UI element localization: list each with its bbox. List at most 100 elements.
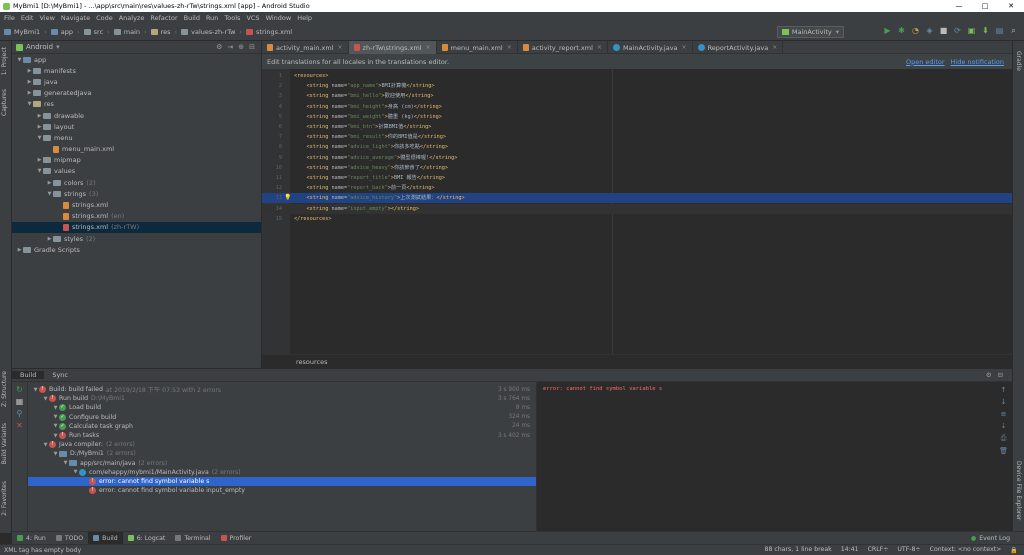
breadcrumb-item[interactable]: MyBmi1 ›: [4, 28, 47, 36]
editor-tab[interactable]: activity_main.xml ×: [262, 41, 349, 54]
collapse-all-icon[interactable]: ⇥: [227, 43, 233, 51]
close-tab-icon[interactable]: ×: [507, 44, 512, 51]
project-tree-item[interactable]: ▶ mipmap: [12, 155, 261, 166]
project-tree-item[interactable]: ▼ app: [12, 54, 261, 65]
file-encoding[interactable]: UTF-8÷: [897, 546, 920, 554]
up-icon[interactable]: ↑: [999, 386, 1008, 394]
menu-tools[interactable]: Tools: [224, 14, 240, 22]
menu-file[interactable]: File: [4, 14, 15, 22]
pin-icon[interactable]: ⚲: [12, 409, 27, 418]
close-tab-icon[interactable]: ×: [426, 44, 431, 51]
collapsed-arrow-icon[interactable]: ▶: [46, 236, 53, 242]
context-selector[interactable]: Context: <no context>: [930, 546, 1002, 554]
editor-tab[interactable]: ReportActivity.java ×: [693, 41, 784, 54]
favorites-tool-tab[interactable]: 2: Favorites: [1, 481, 8, 516]
build-tree-item[interactable]: ▼! Java compiler: (2 errors): [28, 440, 536, 449]
editor-tab[interactable]: activity_report.xml ×: [518, 41, 608, 54]
collapsed-arrow-icon[interactable]: ▶: [36, 113, 43, 119]
project-tree-item[interactable]: strings.xml (zh-rTW): [12, 221, 261, 233]
collapsed-arrow-icon[interactable]: ▶: [26, 90, 33, 96]
project-tree-item[interactable]: ▶ manifests: [12, 65, 261, 76]
build-tree-item[interactable]: ▼ com/ehappy/mybmi1/MainActivity.java (2 e…: [28, 468, 536, 477]
scroll-from-source-icon[interactable]: ⊕: [238, 43, 244, 51]
close-button[interactable]: ✕: [998, 0, 1024, 12]
scroll-to-end-icon[interactable]: ⇣: [999, 422, 1008, 430]
project-view-select[interactable]: Android ▾ ⚙ ⇥ ⊕ ⊟: [12, 41, 261, 54]
expanded-arrow-icon[interactable]: ▼: [52, 433, 59, 439]
expanded-arrow-icon[interactable]: ▼: [52, 414, 59, 420]
captures-tool-tab[interactable]: Captures: [1, 89, 8, 116]
hide-notification-link[interactable]: Hide notification: [951, 58, 1004, 66]
intention-bulb-icon[interactable]: 💡: [284, 193, 291, 203]
close-tab-icon[interactable]: ×: [772, 44, 777, 51]
caret-position[interactable]: 14:41: [841, 546, 859, 554]
build-variants-tool-tab[interactable]: Build Variants: [1, 423, 8, 464]
project-tree-item[interactable]: strings.xml (en): [12, 211, 261, 222]
stop-icon[interactable]: ■: [939, 26, 948, 35]
project-tree-item[interactable]: ▼ values: [12, 166, 261, 177]
menu-vcs[interactable]: VCS: [246, 14, 259, 22]
expanded-arrow-icon[interactable]: ▼: [36, 135, 43, 141]
soft-wrap-icon[interactable]: ≡: [999, 410, 1008, 418]
close-tab-icon[interactable]: ×: [682, 44, 687, 51]
expanded-arrow-icon[interactable]: ▼: [36, 168, 43, 174]
stop-icon[interactable]: ✕: [12, 421, 27, 430]
open-editor-link[interactable]: Open editor: [906, 58, 945, 66]
project-tree-item[interactable]: ▶ drawable: [12, 110, 261, 121]
close-tab-icon[interactable]: ×: [338, 44, 343, 51]
build-tree-item[interactable]: ▼ ✓ Calculate task graph 24 ms: [28, 422, 536, 431]
menu-help[interactable]: Help: [297, 14, 312, 22]
device-file-explorer-tab[interactable]: Device File Explorer: [1015, 461, 1022, 520]
breadcrumb-item[interactable]: strings.xml: [246, 28, 292, 36]
print-icon[interactable]: ⎙: [999, 434, 1008, 443]
project-tree-item[interactable]: menu_main.xml: [12, 144, 261, 155]
collapsed-arrow-icon[interactable]: ▶: [36, 157, 43, 163]
code-editor[interactable]: 1 <resources> 2 <string name="app_name">BM…: [262, 69, 1012, 354]
search-icon[interactable]: ⌕: [1009, 26, 1018, 35]
tool-window-logcat[interactable]: 6: Logcat: [123, 532, 171, 545]
run-icon[interactable]: ▶: [883, 26, 892, 35]
collapsed-arrow-icon[interactable]: ▶: [46, 180, 53, 186]
collapsed-arrow-icon[interactable]: ▶: [26, 68, 33, 74]
debug-icon[interactable]: ✱: [897, 26, 906, 35]
project-tree-item[interactable]: ▼ res: [12, 99, 261, 110]
project-tree-item[interactable]: ▶ Gradle Scripts: [12, 244, 261, 255]
menu-window[interactable]: Window: [266, 14, 292, 22]
hide-panel-icon[interactable]: ⊟: [249, 43, 255, 51]
down-icon[interactable]: ↓: [999, 398, 1008, 406]
tool-window-todo[interactable]: TODO: [51, 532, 88, 545]
editor-tab[interactable]: menu_main.xml ×: [437, 41, 518, 54]
run-config-select[interactable]: MainActivity ▾: [776, 26, 844, 38]
tool-window-terminal[interactable]: Terminal: [170, 532, 215, 545]
expanded-arrow-icon[interactable]: ▼: [72, 469, 79, 475]
breadcrumb-item[interactable]: main ›: [113, 28, 147, 36]
avd-manager-icon[interactable]: ▣: [967, 26, 976, 35]
settings-icon[interactable]: ⚙: [216, 43, 222, 51]
sdk-manager-icon[interactable]: ⬇: [981, 26, 990, 35]
lock-icon[interactable]: 🔒: [1010, 546, 1018, 554]
close-tab-icon[interactable]: ×: [597, 44, 602, 51]
breadcrumb-item[interactable]: values-zh-rTw ›: [181, 28, 242, 36]
clear-icon[interactable]: 🗑: [999, 447, 1008, 455]
build-tree-item[interactable]: ! error: cannot find symbol variable inpu…: [28, 486, 536, 495]
build-tree-item[interactable]: ▼! Run build D:\MyBmi1 3 s 764 ms: [28, 394, 536, 403]
hide-panel-icon[interactable]: ⊟: [995, 371, 1006, 379]
structure-tool-tab[interactable]: Z: Structure: [1, 371, 8, 407]
collapsed-arrow-icon[interactable]: ▶: [16, 247, 23, 253]
rerun-icon[interactable]: ↻: [12, 385, 27, 394]
build-tree-item[interactable]: ▼ ✓ Configure build 324 ms: [28, 413, 536, 422]
editor-breadcrumb[interactable]: resources: [262, 354, 1012, 368]
menu-edit[interactable]: Edit: [21, 14, 34, 22]
line-separator[interactable]: CRLF÷: [868, 546, 889, 554]
project-tree-item[interactable]: ▼ strings (3): [12, 188, 261, 199]
expanded-arrow-icon[interactable]: ▼: [62, 460, 69, 466]
sync-tab[interactable]: Sync: [44, 371, 76, 379]
project-tool-tab[interactable]: 1: Project: [1, 47, 8, 75]
collapsed-arrow-icon[interactable]: ▶: [36, 124, 43, 130]
editor-tab[interactable]: MainActivity.java ×: [608, 41, 693, 54]
build-output[interactable]: error: cannot find symbol variable s ↑ ↓…: [536, 382, 1012, 532]
menu-run[interactable]: Run: [206, 14, 218, 22]
expanded-arrow-icon[interactable]: ▼: [46, 191, 53, 197]
toggle-view-icon[interactable]: ▦: [12, 397, 27, 406]
breadcrumb-item[interactable]: res ›: [150, 28, 177, 36]
